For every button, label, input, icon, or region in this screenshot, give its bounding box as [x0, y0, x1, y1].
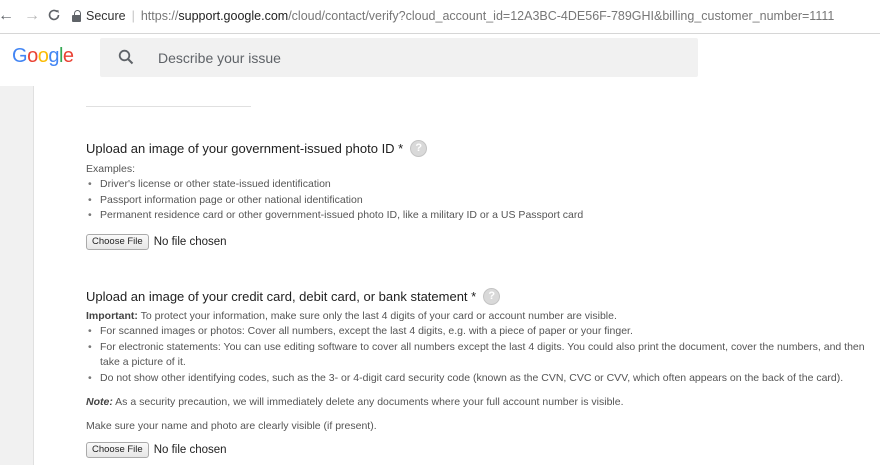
lock-icon	[72, 9, 81, 22]
examples-label: Examples:	[86, 163, 136, 175]
logo-letter: o	[27, 45, 38, 67]
help-icon[interactable]	[410, 140, 428, 157]
search-box[interactable]	[100, 38, 698, 77]
browser-toolbar: ← → Secure | https://support.google.com/cl…	[0, 0, 880, 34]
left-gutter	[0, 86, 34, 465]
list-item: Driver's license or other state-issued i…	[86, 177, 583, 193]
card-file-upload: Choose File No file chosen	[86, 442, 227, 458]
search-input[interactable]	[158, 49, 658, 67]
id-file-upload: Choose File No file chosen	[86, 234, 227, 250]
divider	[86, 106, 251, 107]
help-icon[interactable]	[483, 288, 501, 305]
note-label: Note:	[86, 396, 113, 408]
address-bar[interactable]: Secure | https://support.google.com/cloud/…	[70, 6, 876, 27]
card-section-title-text: Upload an image of your credit card, deb…	[86, 289, 477, 304]
google-logo[interactable]: Google	[12, 45, 74, 68]
url-scheme: https://	[140, 9, 179, 23]
url-host: support.google.com	[178, 9, 289, 23]
list-item: For scanned images or photos: Cover all …	[86, 324, 880, 340]
choose-file-button[interactable]: Choose File	[86, 234, 149, 250]
card-instructions-list: For scanned images or photos: Cover all …	[86, 324, 880, 386]
note-text: Note: As a security precaution, we will …	[86, 395, 624, 409]
file-status: No file chosen	[153, 444, 227, 456]
verification-form: Upload an image of your government-issue…	[33, 86, 880, 465]
logo-letter: e	[62, 45, 74, 67]
important-label: Important:	[86, 310, 138, 322]
id-section-title-text: Upload an image of your government-issue…	[86, 141, 404, 156]
examples-list: Driver's license or other state-issued i…	[86, 177, 583, 224]
visibility-text: Make sure your name and photo are clearl…	[86, 420, 377, 432]
choose-file-button[interactable]: Choose File	[86, 442, 149, 458]
back-arrow-icon[interactable]: ←	[0, 8, 14, 24]
important-text: Important: To protect your information, …	[86, 309, 617, 323]
list-item: Permanent residence card or other govern…	[86, 208, 583, 224]
list-item: For electronic statements: You can use e…	[86, 340, 880, 371]
secure-label: Secure	[86, 9, 126, 23]
logo-letter: g	[48, 45, 59, 67]
address-separator: |	[131, 9, 135, 23]
reload-icon[interactable]	[46, 8, 62, 24]
forward-arrow-icon[interactable]: →	[24, 8, 40, 24]
logo-letter: o	[37, 45, 49, 67]
important-body: To protect your information, make sure o…	[137, 310, 617, 322]
url-path: /cloud/contact/verify?cloud_account_id=1…	[288, 9, 835, 23]
list-item: Passport information page or other natio…	[86, 193, 583, 209]
search-icon[interactable]	[118, 49, 134, 65]
card-section-title: Upload an image of your credit card, deb…	[86, 288, 501, 305]
file-status: No file chosen	[153, 236, 227, 248]
logo-letter: G	[12, 45, 28, 67]
list-item: Do not show other identifying codes, suc…	[86, 371, 880, 387]
note-body: As a security precaution, we will immedi…	[112, 396, 624, 408]
id-section-title: Upload an image of your government-issue…	[86, 140, 428, 157]
